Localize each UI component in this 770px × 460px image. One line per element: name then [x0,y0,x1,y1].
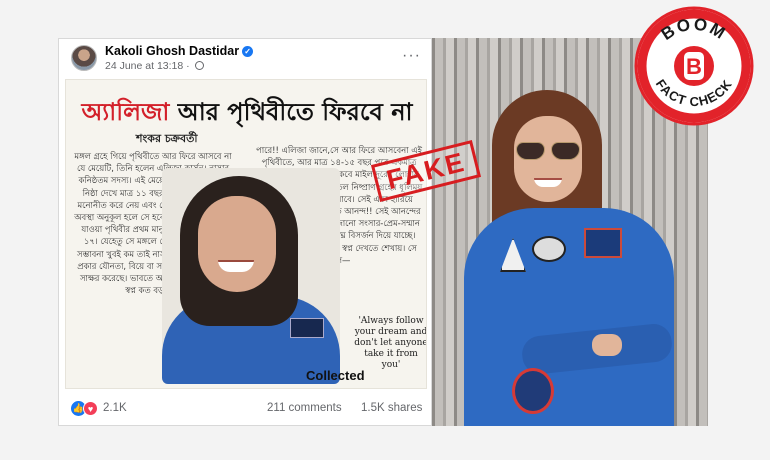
boom-logo-svg: B BOOM FACT CHECK [634,6,754,126]
headline-rest: আর পৃথিবীতে ফিরবে না [169,98,413,126]
badge-logo-letter: B [686,54,702,79]
more-options-icon[interactable]: ··· [402,47,421,65]
globe-icon [194,61,204,70]
newspaper-clipping: অ্যালিজা আর পৃথিবীতে ফিরবে না শংকর চক্রব… [65,79,427,389]
facebook-post-card: Kakoli Ghosh Dastidar ✓ 24 June at 13:18 … [58,38,432,426]
clipping-photo-patch [290,318,324,338]
verified-badge-icon: ✓ [242,46,254,57]
clipping-headline: অ্যালিজা আর পৃথিবীতে ফিরবে না [66,94,426,134]
collected-label: Collected [306,368,365,383]
sunglasses-icon [516,142,582,160]
author-name[interactable]: Kakoli Ghosh Dastidar [105,44,239,58]
reactions-bar: 👍 ♥ 2.1K 211 comments 1.5K shares [59,391,433,425]
clipping-photo [162,168,340,384]
love-reaction-icon[interactable]: ♥ [83,401,98,416]
post-timestamp[interactable]: 24 June at 13:18 · [105,60,190,72]
clipping-photo-face [198,196,276,292]
reaction-count[interactable]: 2.1K [103,402,127,414]
post-header: Kakoli Ghosh Dastidar ✓ 24 June at 13:18 … [59,39,433,77]
shares-count[interactable]: 1.5K shares [361,402,422,414]
clipping-byline: শংকর চক্রবর্তী [136,132,198,145]
mission-patch-oval [532,236,566,262]
photo-hand [592,334,622,356]
author-avatar[interactable] [71,45,97,71]
commander-patch [512,368,554,414]
name-patch [584,228,622,258]
clipping-quote: 'Always follow your dream and don't let … [354,316,427,370]
author-name-line[interactable]: Kakoli Ghosh Dastidar ✓ [105,44,254,58]
comments-count[interactable]: 211 comments [267,402,342,414]
headline-name: অ্যালিজা [81,98,170,126]
fact-check-image: Kakoli Ghosh Dastidar ✓ 24 June at 13:18 … [0,0,770,460]
photo-flight-suit [464,208,674,426]
boom-fact-check-logo: B BOOM FACT CHECK [632,4,756,128]
post-timestamp-line: 24 June at 13:18 · [105,60,204,72]
